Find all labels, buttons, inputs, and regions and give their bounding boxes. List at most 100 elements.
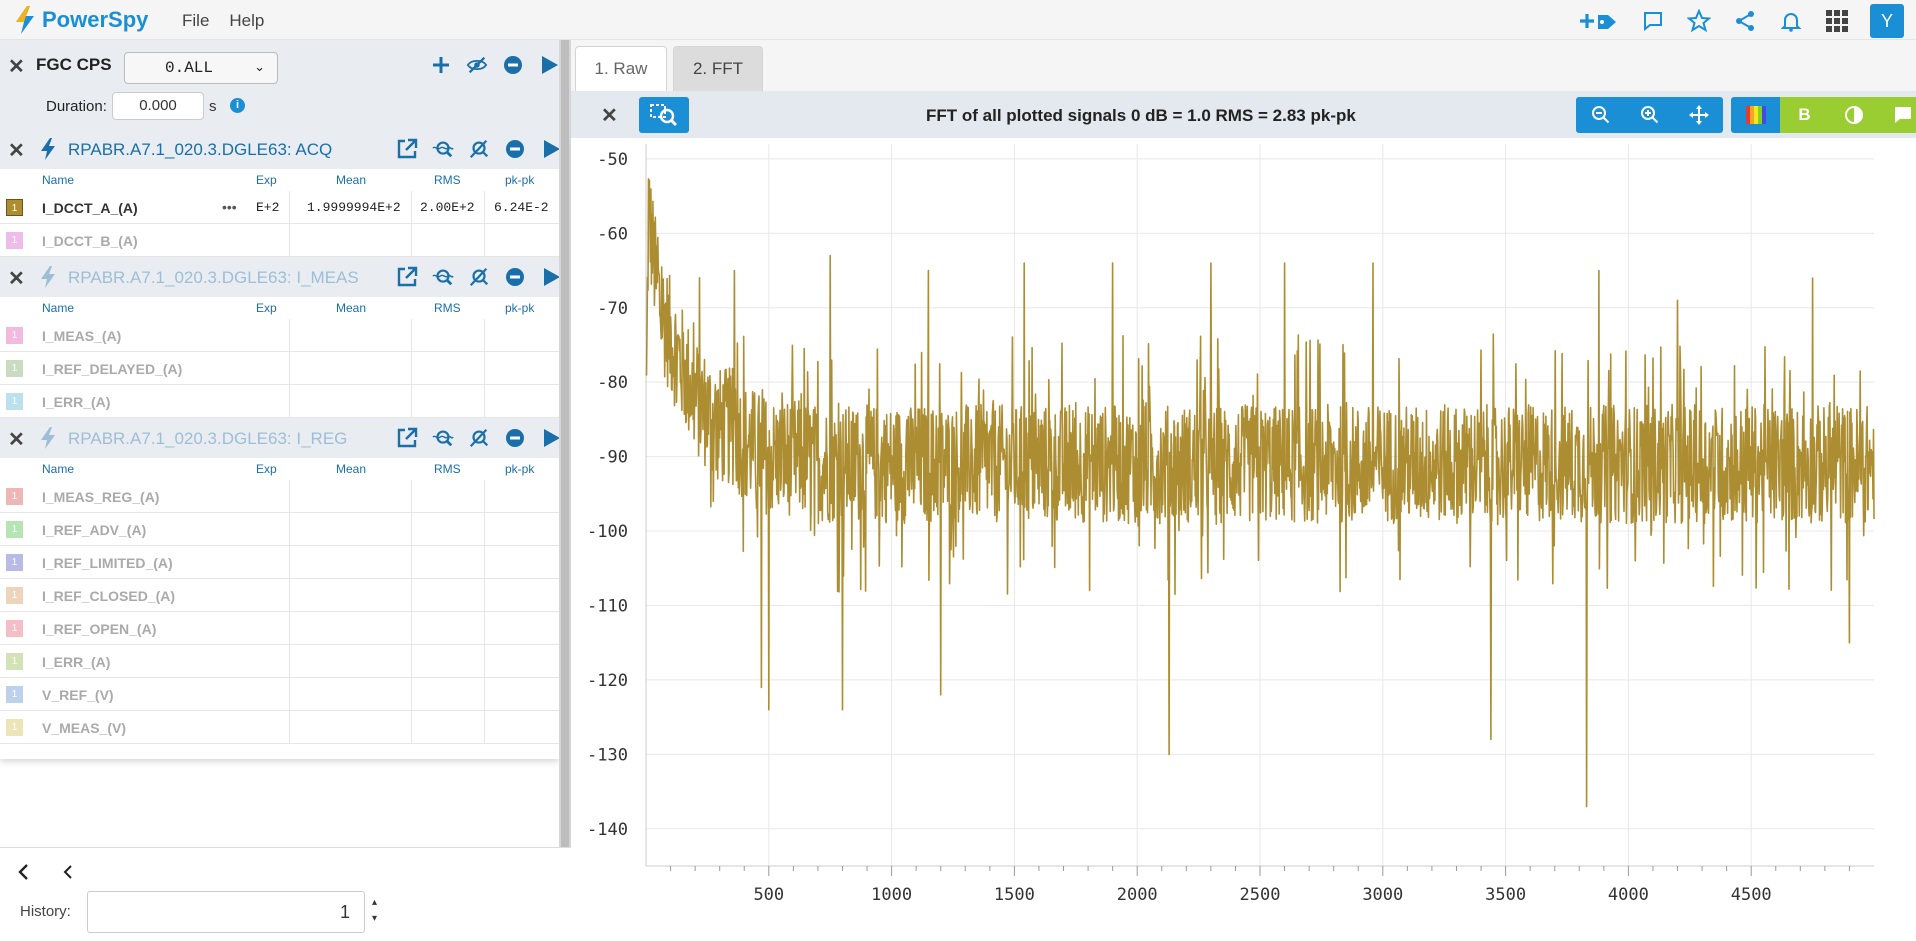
signal-row[interactable]: 1 I_REF_DELAYED_(A) — [0, 352, 559, 385]
remove-icon[interactable] — [504, 138, 526, 160]
signal-color-swatch[interactable]: 1 — [6, 587, 23, 604]
more-options-icon[interactable]: ••• — [222, 199, 237, 215]
zoom-reset-icon[interactable] — [468, 266, 490, 288]
color-palette-icon[interactable] — [1731, 97, 1780, 133]
signal-color-swatch[interactable]: 1 — [6, 232, 23, 249]
zoom-reset-icon[interactable] — [468, 138, 490, 160]
tab-fft[interactable]: 2. FFT — [673, 46, 763, 91]
bold-icon[interactable]: B — [1780, 97, 1829, 133]
fft-chart[interactable]: 500 1000 1500 2000 2500 3000 3500 4000 4500 -50 -6… — [571, 138, 1916, 936]
signal-column-headers: Name Exp Mean RMS pk-pk — [0, 297, 559, 319]
signal-name[interactable]: I_DCCT_B_(A) — [42, 233, 138, 249]
zoom-fit-icon[interactable] — [432, 266, 454, 288]
remove-icon[interactable] — [502, 54, 524, 76]
open-external-icon[interactable] — [396, 427, 418, 449]
signal-name[interactable]: I_ERR_(A) — [42, 654, 110, 670]
signal-color-swatch[interactable]: 1 — [6, 199, 23, 216]
signal-color-swatch[interactable]: 1 — [6, 686, 23, 703]
signal-row[interactable]: 1 V_REF_(V) — [0, 678, 559, 711]
close-plot-icon[interactable]: ✕ — [601, 103, 618, 128]
lightning-icon — [40, 138, 56, 165]
annotation-icon[interactable] — [1878, 97, 1916, 133]
cycle-selector[interactable]: 0.ALL ⌄ — [124, 52, 278, 84]
menu-file[interactable]: File — [182, 11, 209, 31]
signal-color-swatch[interactable]: 1 — [6, 719, 23, 736]
x-tick-label: 500 — [753, 885, 784, 905]
signal-color-swatch[interactable]: 1 — [6, 521, 23, 538]
bell-icon[interactable] — [1778, 8, 1804, 34]
signal-color-swatch[interactable]: 1 — [6, 620, 23, 637]
add-icon[interactable] — [430, 54, 452, 76]
top-bar: PowerSpy File Help Y — [0, 0, 1916, 40]
info-icon[interactable]: i — [230, 98, 245, 113]
signal-group-title[interactable]: RPABR.A7.1_020.3.DGLE63: I_REG — [68, 429, 347, 449]
open-external-icon[interactable] — [396, 138, 418, 160]
remove-icon[interactable] — [504, 427, 526, 449]
signal-name[interactable]: I_REF_OPEN_(A) — [42, 621, 156, 637]
zoom-reset-icon[interactable] — [468, 427, 490, 449]
signal-row[interactable]: 1 I_ERR_(A) — [0, 645, 559, 678]
back-icon[interactable] — [62, 864, 74, 885]
signal-color-swatch[interactable]: 1 — [6, 554, 23, 571]
zoom-out-icon[interactable] — [1576, 97, 1625, 133]
signal-row[interactable]: 1 I_REF_CLOSED_(A) — [0, 579, 559, 612]
open-external-icon[interactable] — [396, 266, 418, 288]
signal-name[interactable]: I_MEAS_(A) — [42, 328, 121, 344]
close-group-icon[interactable]: ✕ — [8, 138, 25, 163]
collapse-icon[interactable] — [16, 862, 30, 887]
signal-row[interactable]: 1 I_DCCT_B_(A) — [0, 224, 559, 257]
signal-color-swatch[interactable]: 1 — [6, 327, 23, 344]
apps-grid-icon[interactable] — [1824, 8, 1850, 34]
history-stepper[interactable]: ▴ ▾ — [372, 895, 377, 927]
x-tick-label: 3000 — [1362, 885, 1403, 905]
zoom-in-icon[interactable] — [1625, 97, 1674, 133]
signal-row[interactable]: 1 I_REF_ADV_(A) — [0, 513, 559, 546]
history-input[interactable]: 1 — [87, 891, 365, 933]
signal-row[interactable]: 1 I_MEAS_(A) — [0, 319, 559, 352]
share-icon[interactable] — [1732, 8, 1758, 34]
hide-icon[interactable] — [466, 54, 488, 76]
signal-name[interactable]: I_ERR_(A) — [42, 394, 110, 410]
signal-name[interactable]: V_MEAS_(V) — [42, 720, 126, 736]
play-icon[interactable] — [538, 54, 560, 76]
signal-color-swatch[interactable]: 1 — [6, 360, 23, 377]
signal-color-swatch[interactable]: 1 — [6, 393, 23, 410]
zoom-fit-icon[interactable] — [432, 138, 454, 160]
close-cps-icon[interactable]: ✕ — [8, 54, 25, 79]
signal-name[interactable]: I_REF_DELAYED_(A) — [42, 361, 182, 377]
signal-color-swatch[interactable]: 1 — [6, 488, 23, 505]
row-divider — [411, 191, 412, 224]
menu-help[interactable]: Help — [229, 11, 264, 31]
signal-name[interactable]: I_MEAS_REG_(A) — [42, 489, 159, 505]
add-tag-icon[interactable] — [1578, 8, 1620, 34]
fft-chart-svg[interactable]: 500 1000 1500 2000 2500 3000 3500 4000 4500 -50 -6… — [571, 138, 1916, 936]
duration-input[interactable]: 0.000 — [112, 92, 204, 120]
close-group-icon[interactable]: ✕ — [8, 266, 25, 291]
tab-raw[interactable]: 1. Raw — [575, 46, 667, 91]
signal-row[interactable]: 1 I_REF_LIMITED_(A) — [0, 546, 559, 579]
panel-splitter[interactable] — [559, 40, 571, 847]
remove-icon[interactable] — [504, 266, 526, 288]
app-logo[interactable]: PowerSpy — [14, 6, 148, 34]
zoom-fit-icon[interactable] — [432, 427, 454, 449]
signal-name[interactable]: I_DCCT_A_(A) — [42, 200, 138, 216]
signal-row[interactable]: 1 V_MEAS_(V) — [0, 711, 559, 744]
pan-icon[interactable] — [1674, 97, 1723, 133]
zoom-select-button[interactable] — [639, 97, 689, 133]
signal-group-title[interactable]: RPABR.A7.1_020.3.DGLE63: ACQ — [68, 140, 332, 160]
signal-row[interactable]: 1 I_MEAS_REG_(A) — [0, 480, 559, 513]
signal-color-swatch[interactable]: 1 — [6, 653, 23, 670]
signal-group-title[interactable]: RPABR.A7.1_020.3.DGLE63: I_MEAS — [68, 268, 359, 288]
signal-name[interactable]: I_REF_ADV_(A) — [42, 522, 146, 538]
signal-row[interactable]: 1 I_DCCT_A_(A) ••• E+2 1.9999994E+2 2.00E+2 6.… — [0, 191, 559, 224]
signal-name[interactable]: V_REF_(V) — [42, 687, 114, 703]
signal-name[interactable]: I_REF_LIMITED_(A) — [42, 555, 173, 571]
signal-row[interactable]: 1 I_REF_OPEN_(A) — [0, 612, 559, 645]
user-avatar[interactable]: Y — [1870, 4, 1904, 38]
close-group-icon[interactable]: ✕ — [8, 427, 25, 452]
signal-row[interactable]: 1 I_ERR_(A) — [0, 385, 559, 418]
contrast-icon[interactable] — [1829, 97, 1878, 133]
signal-name[interactable]: I_REF_CLOSED_(A) — [42, 588, 175, 604]
star-icon[interactable] — [1686, 8, 1712, 34]
comment-icon[interactable] — [1640, 8, 1666, 34]
